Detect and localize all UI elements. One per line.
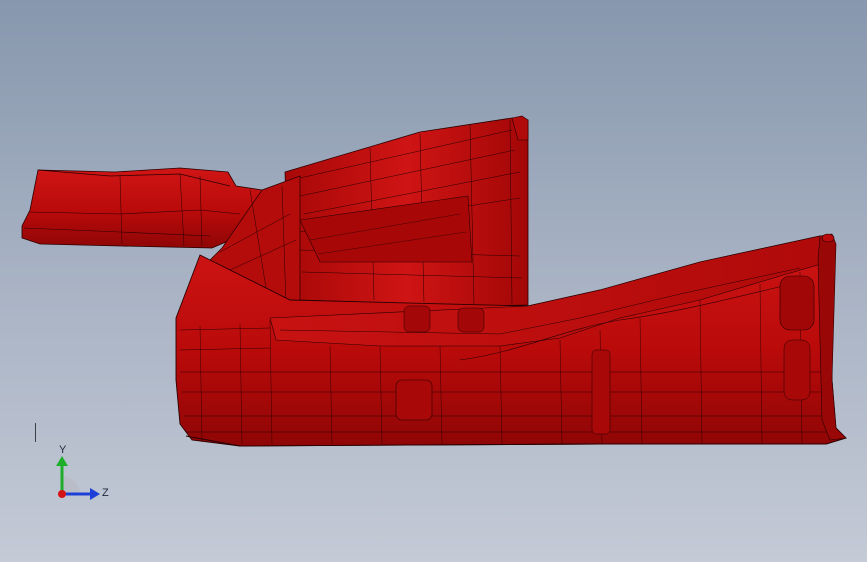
graphics-viewport[interactable]: Y Z <box>0 0 867 562</box>
cursor-marker <box>35 423 36 442</box>
triad-graphic <box>56 456 100 500</box>
left-arm <box>21 167 263 249</box>
axis-y-label: Y <box>59 444 67 456</box>
axis-z-label: Z <box>102 487 109 499</box>
part-model[interactable] <box>0 0 867 562</box>
coordinate-triad: Y Z <box>40 436 130 516</box>
